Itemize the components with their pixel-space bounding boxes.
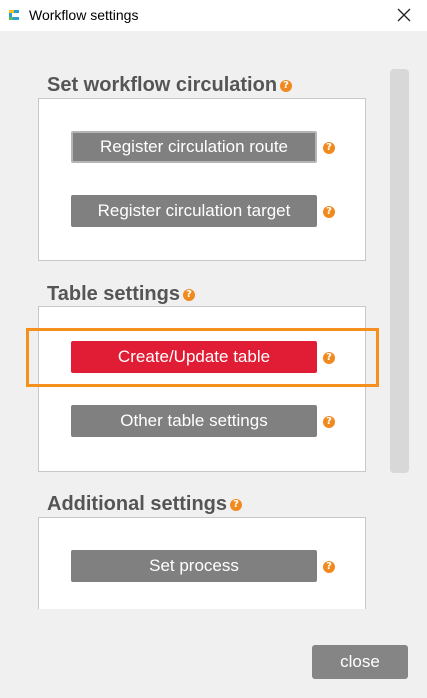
highlight-frame <box>26 328 379 387</box>
app-logo-icon <box>9 10 19 20</box>
close-icon[interactable] <box>395 6 413 24</box>
scrollbar-thumb[interactable] <box>390 69 409 473</box>
set-process-button[interactable]: Set process <box>71 550 317 582</box>
section-title-additional: Additional settings ? <box>47 493 242 516</box>
window-title: Workflow settings <box>29 7 139 23</box>
help-icon[interactable]: ? <box>323 206 335 218</box>
panel-circulation <box>38 98 366 261</box>
section-title-table: Table settings ? <box>47 283 195 306</box>
help-icon[interactable]: ? <box>280 79 293 92</box>
help-icon[interactable]: ? <box>230 498 242 511</box>
help-icon[interactable]: ? <box>183 288 195 301</box>
register-circulation-target-button[interactable]: Register circulation target <box>71 195 317 227</box>
other-table-settings-button[interactable]: Other table settings <box>71 405 317 437</box>
close-button[interactable]: close <box>312 645 408 679</box>
help-icon[interactable]: ? <box>323 142 335 154</box>
help-icon[interactable]: ? <box>323 561 335 573</box>
help-icon[interactable]: ? <box>323 416 335 428</box>
register-circulation-route-button[interactable]: Register circulation route <box>71 131 317 163</box>
settings-scroll-area[interactable]: Set workflow circulation ? Register circ… <box>0 31 427 609</box>
title-bar: Workflow settings <box>0 0 427 31</box>
section-title-circulation: Set workflow circulation ? <box>47 74 293 97</box>
